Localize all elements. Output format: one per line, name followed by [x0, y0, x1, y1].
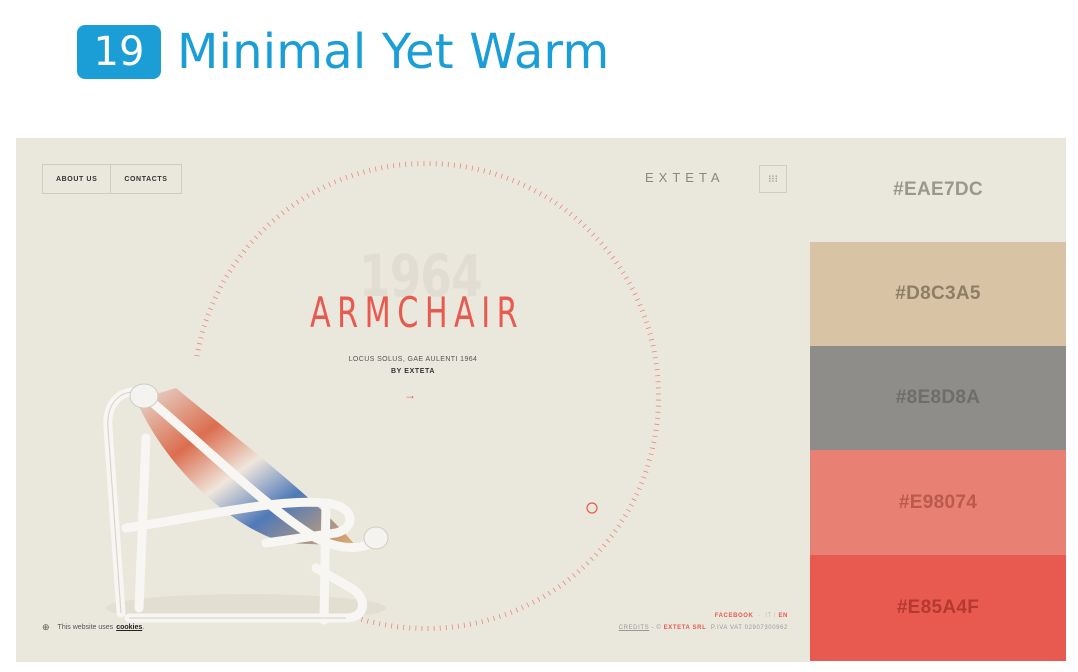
slide-heading: 19 Minimal Yet Warm — [77, 24, 609, 80]
footer-social-lang: FACEBOOK - IT / EN — [715, 613, 788, 619]
cookie-text: This website uses — [57, 624, 114, 631]
lang-it[interactable]: IT / — [765, 613, 776, 619]
swatch-3: #8E8D8A — [810, 346, 1066, 450]
credits-link[interactable]: CREDITS — [619, 625, 650, 631]
swatch-label: #8E8D8A — [895, 387, 981, 408]
armchair-image — [103, 383, 389, 625]
swatch-label: #D8C3A5 — [895, 283, 981, 304]
swatch-label: #E85A4F — [896, 597, 980, 618]
swatch-2: #D8C3A5 — [810, 242, 1066, 346]
swatch-4: #E98074 — [810, 450, 1066, 555]
cookie-notice: ⊕ This website uses cookies. — [42, 622, 144, 633]
cookie-period: . — [142, 624, 145, 631]
facebook-link[interactable]: FACEBOOK — [715, 613, 754, 619]
company-name: EXTETA SRL — [663, 625, 707, 631]
cookies-link[interactable]: cookies — [116, 624, 142, 631]
swatch-5: #E85A4F — [810, 555, 1066, 661]
website-screenshot: ABOUT US CONTACTS EXTETA ⁝⁝⁝ 1964 ARMCHA… — [16, 138, 810, 662]
lang-en[interactable]: EN — [778, 613, 788, 619]
globe-icon: ⊕ — [42, 622, 50, 632]
footer-credits: CREDITS - © EXTETA SRL P.IVA VAT 0290730… — [619, 625, 788, 631]
copyright: - © — [651, 625, 662, 631]
color-palette: #EAE7DC #D8C3A5 #8E8D8A #E98074 #E85A4F — [810, 138, 1066, 661]
number-badge: 19 — [77, 25, 161, 79]
swatch-label: #EAE7DC — [893, 179, 983, 200]
footer-separator: - — [758, 613, 761, 619]
vat-number: P.IVA VAT 02907300962 — [710, 625, 788, 631]
heading-title: Minimal Yet Warm — [177, 24, 610, 80]
swatch-1: #EAE7DC — [810, 138, 1066, 242]
swatch-label: #E98074 — [898, 491, 978, 513]
